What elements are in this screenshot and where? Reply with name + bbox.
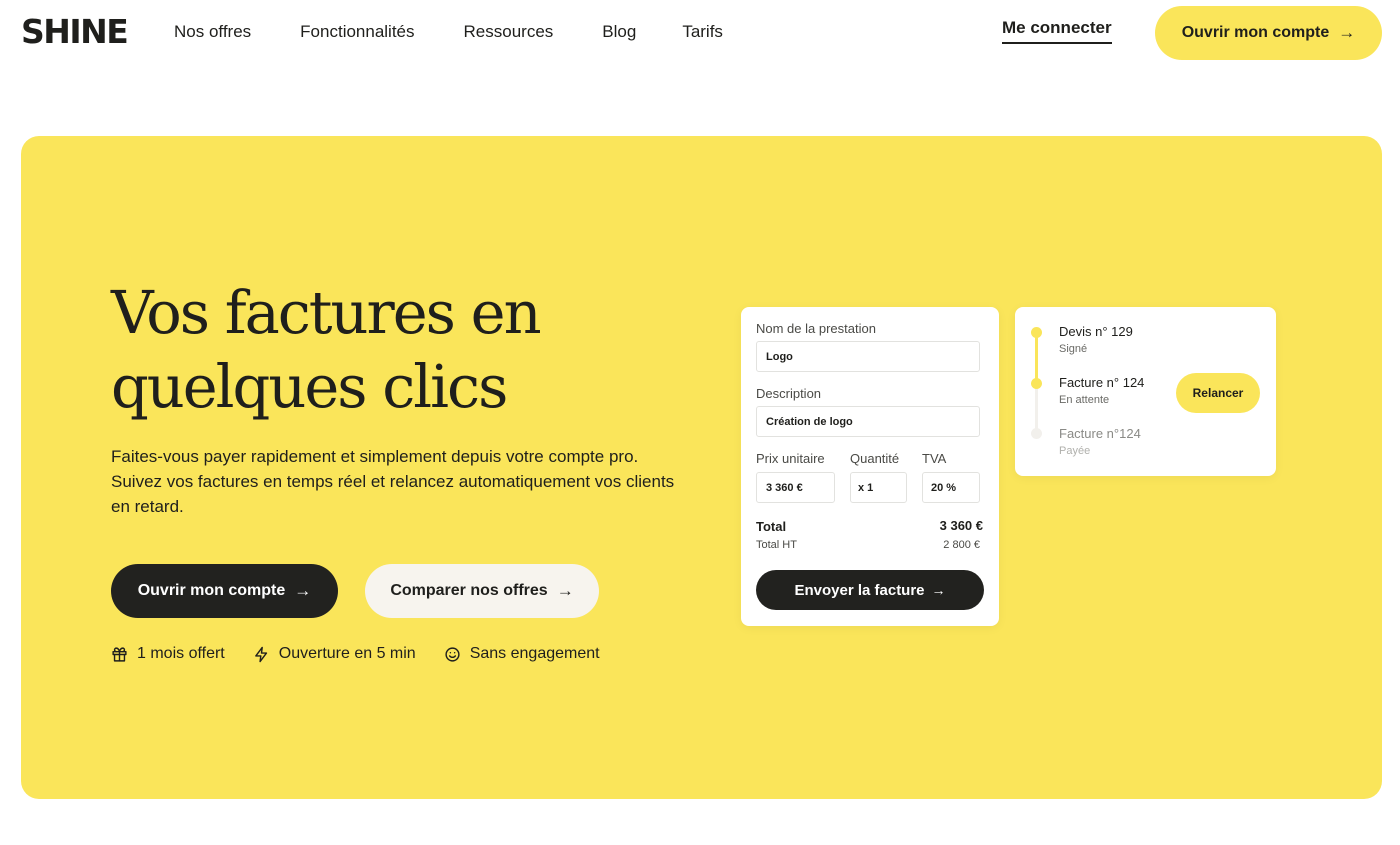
unit-price-input[interactable]: 3 360 €: [756, 472, 835, 503]
arrow-right-icon: →: [294, 581, 312, 600]
open-account-button[interactable]: Ouvrir mon compte →: [111, 564, 338, 618]
open-account-label: Ouvrir mon compte: [137, 582, 286, 599]
nav-link-blog[interactable]: Blog: [602, 21, 636, 43]
status-item-status: Signé: [1059, 343, 1088, 355]
arrow-right-icon: →: [556, 581, 574, 600]
total-ht-label: Total HT: [756, 539, 797, 551]
timeline-dot-done: [1031, 327, 1042, 338]
send-invoice-button[interactable]: Envoyer la facture →: [756, 570, 984, 610]
nav-links: Nos offres Fonctionnalités Ressources Bl…: [174, 21, 723, 43]
total-label: Total: [756, 519, 787, 534]
nav-link-fonctionnalites[interactable]: Fonctionnalités: [300, 21, 414, 43]
perk-free-month: 1 mois offert: [111, 645, 225, 663]
perk-no-commitment: Sans engagement: [444, 645, 600, 663]
perks-list: 1 mois offert Ouverture en 5 min Sans en…: [111, 645, 628, 663]
status-item-title: Devis n° 129: [1059, 324, 1133, 339]
quantity-input[interactable]: x 1: [850, 472, 907, 503]
lightning-icon: [254, 646, 267, 662]
arrow-right-icon: →: [931, 582, 946, 598]
arrow-right-icon: →: [1338, 23, 1356, 42]
shine-logo[interactable]: SHINE: [21, 13, 129, 51]
hero-description: Faites-vous payer rapidement et simpleme…: [111, 447, 675, 516]
unit-price-label: Prix unitaire: [756, 451, 825, 466]
timeline-progress: [1035, 333, 1038, 383]
open-account-nav-button[interactable]: Ouvrir mon compte →: [1155, 6, 1382, 60]
top-navigation: SHINE Nos offres Fonctionnalités Ressour…: [0, 0, 1400, 64]
compare-offers-button[interactable]: Comparer nos offres →: [365, 564, 599, 618]
vat-input[interactable]: 20 %: [922, 472, 980, 503]
remind-button[interactable]: Relancer: [1176, 373, 1260, 413]
perk-label: 1 mois offert: [137, 645, 225, 662]
compare-offers-label: Comparer nos offres: [390, 582, 548, 599]
service-name-label: Nom de la prestation: [756, 321, 876, 336]
gift-icon: [112, 646, 127, 662]
perk-fast-opening: Ouverture en 5 min: [253, 645, 416, 663]
send-invoice-label: Envoyer la facture: [794, 581, 925, 599]
total-value: 3 360 €: [939, 518, 983, 533]
login-link[interactable]: Me connecter: [1002, 18, 1112, 44]
open-account-nav-label: Ouvrir mon compte: [1181, 24, 1330, 41]
timeline-dot-pending: [1031, 428, 1042, 439]
timeline-remaining: [1035, 383, 1038, 433]
timeline-dot-current: [1031, 378, 1042, 389]
invoice-form-card: Nom de la prestation Logo Description Cr…: [741, 307, 999, 626]
nav-link-ressources[interactable]: Ressources: [464, 21, 554, 43]
invoice-status-card: Devis n° 129 Signé Facture n° 124 En att…: [1015, 307, 1276, 476]
smile-icon: [445, 646, 460, 662]
hero-title: Vos factures en quelques clics: [111, 276, 542, 424]
vat-label: TVA: [922, 451, 947, 466]
description-input[interactable]: Création de logo: [756, 406, 980, 437]
hero-title-line1: Vos factures en: [111, 278, 542, 347]
description-label: Description: [756, 386, 822, 401]
total-ht-value: 2 800 €: [943, 539, 980, 551]
nav-link-offres[interactable]: Nos offres: [174, 21, 251, 43]
perk-label: Ouverture en 5 min: [278, 645, 416, 662]
hero-title-line2: quelques clics: [111, 352, 508, 421]
status-item-status: Payée: [1059, 445, 1091, 457]
perk-label: Sans engagement: [469, 645, 600, 662]
quantity-label: Quantité: [850, 451, 900, 466]
status-item-title: Facture n° 124: [1059, 375, 1145, 390]
service-name-input[interactable]: Logo: [756, 341, 980, 372]
status-item-title: Facture n°124: [1059, 426, 1141, 441]
nav-link-tarifs[interactable]: Tarifs: [682, 21, 723, 43]
hero-section: Vos factures en quelques clics Faites-vo…: [21, 136, 1382, 799]
status-item-status: En attente: [1059, 394, 1110, 406]
